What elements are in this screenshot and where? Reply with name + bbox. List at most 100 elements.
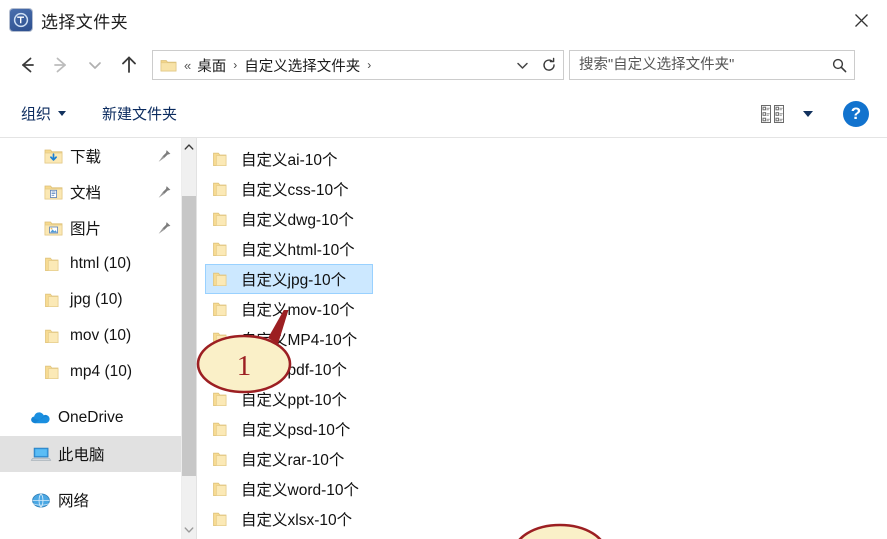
organize-button[interactable]: 组织: [14, 99, 73, 128]
list-item-selected[interactable]: 自定义jpg-10个: [205, 264, 373, 294]
folder-icon: [212, 391, 234, 408]
select-folder-dialog: 选择文件夹 « 桌面 › 自定义选择文件夹 › 搜索"自定义选择文件夹" 组织 …: [0, 0, 887, 539]
dialog-body: 下载 文档 图片 html (10) jpg (10) mov (10) mp4…: [0, 138, 887, 539]
list-item-label: 自定义html-10个: [241, 242, 355, 259]
sidebar-label: html (10): [70, 255, 132, 272]
list-item[interactable]: 自定义psd-10个: [205, 414, 373, 444]
list-item-label: 自定义ppt-10个: [241, 392, 347, 409]
list-item-label: 自定义ai-10个: [241, 152, 338, 169]
list-item[interactable]: 自定义MP4-10个: [205, 324, 373, 354]
sidebar-scrollbar[interactable]: [181, 138, 196, 539]
list-item[interactable]: 自定义css-10个: [205, 174, 373, 204]
sidebar-item-html[interactable]: html (10): [0, 246, 196, 282]
new-folder-button[interactable]: 新建文件夹: [95, 99, 184, 128]
sidebar-label: 图片: [70, 221, 102, 238]
folder-icon: [212, 241, 234, 258]
folder-icon: [44, 328, 66, 345]
breadcrumb-overflow[interactable]: «: [177, 58, 195, 73]
folder-icon: [44, 292, 66, 309]
address-bar[interactable]: « 桌面 › 自定义选择文件夹 ›: [152, 50, 564, 80]
pin-icon[interactable]: [157, 149, 172, 164]
command-toolbar: 组织 新建文件夹 ?: [0, 90, 887, 138]
sidebar-item-pictures[interactable]: 图片: [0, 210, 196, 246]
list-item[interactable]: 自定义mov-10个: [205, 294, 373, 324]
onedrive-cloud-icon: [30, 410, 52, 426]
list-item-label: 自定义xlsx-10个: [241, 512, 353, 529]
folder-icon: [212, 331, 234, 348]
organize-label: 组织: [21, 106, 52, 123]
breadcrumb-separator-1[interactable]: ›: [228, 58, 242, 72]
recent-locations-button[interactable]: [78, 48, 112, 82]
breadcrumb-item-desktop[interactable]: 桌面: [195, 55, 228, 76]
up-button[interactable]: [112, 48, 146, 82]
sidebar-item-downloads[interactable]: 下载: [0, 138, 196, 174]
pin-icon[interactable]: [157, 221, 172, 236]
scrollbar-thumb[interactable]: [182, 196, 196, 476]
sidebar-label: OneDrive: [58, 409, 124, 426]
help-label: ?: [850, 103, 862, 123]
search-input[interactable]: [570, 56, 824, 74]
folder-icon: [44, 256, 66, 273]
list-item[interactable]: 自定义word-10个: [205, 474, 373, 504]
list-item-label: 自定义dwg-10个: [241, 212, 354, 229]
close-button[interactable]: [835, 0, 887, 40]
sidebar-label: 文档: [70, 185, 102, 202]
tiles-view-icon[interactable]: [756, 100, 790, 128]
search-box[interactable]: [569, 50, 855, 80]
toolbar-right-group: ?: [756, 100, 869, 128]
file-list-view: 自定义ai-10个 自定义css-10个 自定义dwg-10个 自定义html-…: [197, 138, 887, 539]
navigation-bar: « 桌面 › 自定义选择文件夹 ›: [0, 40, 887, 90]
search-icon[interactable]: [824, 51, 854, 79]
folder-icon: [212, 151, 234, 168]
documents-folder-icon: [44, 184, 66, 201]
sidebar-label: mp4 (10): [70, 363, 133, 380]
list-item[interactable]: 自定义ppt-10个: [205, 384, 373, 414]
sidebar-label: 下载: [70, 149, 102, 166]
folder-icon: [212, 451, 234, 468]
scroll-up-button[interactable]: [182, 138, 196, 156]
sidebar-label: 网络: [58, 493, 90, 510]
list-item-label: 自定义css-10个: [241, 182, 349, 199]
sidebar-label: jpg (10): [70, 291, 123, 308]
new-folder-label: 新建文件夹: [102, 106, 178, 123]
sidebar-item-network[interactable]: 网络: [0, 482, 196, 518]
forward-button[interactable]: [44, 48, 78, 82]
pictures-folder-icon: [44, 220, 66, 237]
refresh-icon[interactable]: [535, 51, 563, 79]
scroll-down-button[interactable]: [182, 521, 196, 539]
list-item-label: 自定义jpg-10个: [241, 272, 347, 289]
sidebar-item-this-pc[interactable]: 此电脑: [0, 436, 196, 472]
list-item-label: 自定义rar-10个: [241, 452, 345, 469]
sidebar-item-jpg[interactable]: jpg (10): [0, 282, 196, 318]
list-item[interactable]: 自定义xlsx-10个: [205, 504, 373, 534]
breadcrumb-item-current[interactable]: 自定义选择文件夹: [242, 55, 362, 76]
pin-icon[interactable]: [157, 185, 172, 200]
folder-icon: [160, 58, 177, 73]
sidebar-item-mov[interactable]: mov (10): [0, 318, 196, 354]
folder-icon: [212, 271, 234, 288]
list-item[interactable]: 自定义html-10个: [205, 234, 373, 264]
folder-icon: [44, 364, 66, 381]
chevron-down-icon: [58, 111, 67, 116]
list-item-label: 自定义word-10个: [241, 482, 359, 499]
folder-icon: [212, 511, 234, 528]
list-item[interactable]: 自定义ai-10个: [205, 144, 373, 174]
sidebar-item-documents[interactable]: 文档: [0, 174, 196, 210]
sidebar-label: mov (10): [70, 327, 132, 344]
navigation-pane: 下载 文档 图片 html (10) jpg (10) mov (10) mp4…: [0, 138, 196, 539]
folder-icon: [212, 301, 234, 318]
list-item[interactable]: 自定义pdf-10个: [205, 354, 373, 384]
window-title: 选择文件夹: [41, 12, 128, 32]
view-dropdown-icon[interactable]: [803, 110, 813, 117]
folder-icon: [212, 421, 234, 438]
sidebar-item-onedrive[interactable]: OneDrive: [0, 400, 196, 436]
list-item[interactable]: 自定义rar-10个: [205, 444, 373, 474]
address-dropdown-icon[interactable]: [509, 51, 535, 79]
breadcrumb-separator-2[interactable]: ›: [362, 58, 376, 72]
back-button[interactable]: [10, 48, 44, 82]
help-icon[interactable]: ?: [843, 100, 869, 127]
app-logo-icon: [10, 9, 32, 31]
sidebar-item-mp4[interactable]: mp4 (10): [0, 354, 196, 390]
this-pc-icon: [30, 446, 52, 463]
list-item[interactable]: 自定义dwg-10个: [205, 204, 373, 234]
